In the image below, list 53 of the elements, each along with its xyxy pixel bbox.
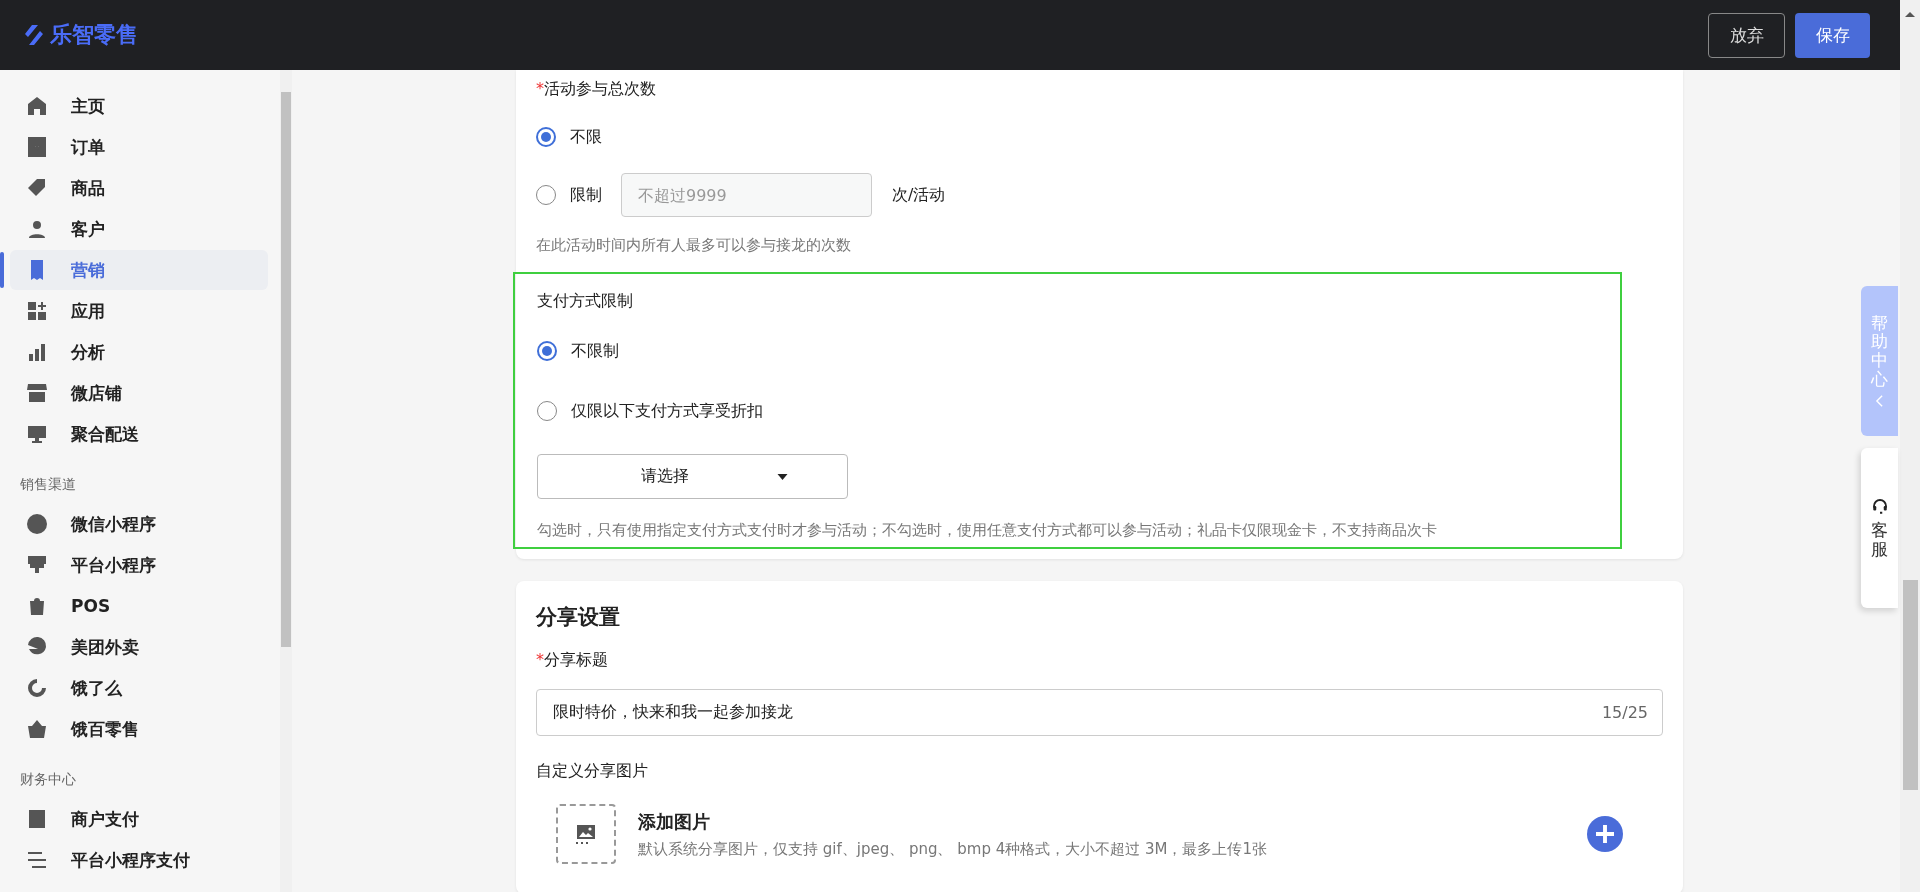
sidebar-item[interactable]: 平台小程序 [10,545,268,585]
store-icon [25,381,49,405]
logo-text: 乐智零售 [50,21,138,49]
sidebar-item[interactable]: 平台小程序支付 [10,840,268,880]
radio-button[interactable] [537,341,557,361]
logo-icon [22,23,46,47]
sidebar-item[interactable]: 饿了么 [10,668,268,708]
save-button[interactable]: 保存 [1795,12,1870,58]
caret-icon [777,473,788,480]
radio-label: 限制 [570,184,602,206]
field-label: *分享标题 [536,649,609,671]
image-upload-box[interactable] [556,804,616,864]
sidebar-scrollbar[interactable] [280,70,292,892]
add-button[interactable] [1587,816,1623,852]
chevron-left-icon [1875,394,1884,409]
image-icon [574,822,598,846]
radio-button[interactable] [536,127,556,147]
customer-service-tab[interactable]: 客服 [1861,448,1898,608]
select-dropdown[interactable]: 请选择 [537,454,848,499]
unit-label: 次/活动 [892,184,946,206]
discard-button[interactable]: 放弃 [1708,12,1785,58]
sidebar-item[interactable]: 微信小程序 [10,504,268,544]
sidebar-item[interactable]: 聚合配送 [10,414,268,454]
radio-label: 仅限以下支付方式享受折扣 [571,400,763,422]
upload-title: 添加图片 [638,809,711,834]
input-field[interactable]: 限时特价，快来和我一起参加接龙 15/25 [536,689,1663,736]
sidebar-item[interactable]: 商户支付 [10,799,268,839]
sidebar-item[interactable]: 微店铺 [10,373,268,413]
sidebar-item[interactable]: 饿百零售 [10,709,268,749]
page-scrollbar[interactable] [1900,0,1920,892]
sidebar-item[interactable]: 主页 [10,86,268,126]
sidebar-item[interactable]: 商品 [10,168,268,208]
sidebar-heading: 销售渠道 [19,475,77,494]
sidebar-item[interactable]: 客户 [10,209,268,249]
sidebar-item[interactable]: 美团外卖 [10,627,268,667]
hint-text: 勾选时，只有使用指定支付方式支付时才参与活动；不勾选时，使用任意支付方式都可以参与活动；礼品卡仅限现金卡，不支持商品次卡 [537,520,1438,541]
radio-label: 不限制 [571,340,619,362]
sidebar-item[interactable]: 分析 [10,332,268,372]
input-field[interactable]: 不超过9999 [621,173,872,217]
upload-description: 默认系统分享图片，仅支持 gif、jpeg、 png、 bmp 4种格式，大小不超过 3M，最多上传1张 [638,839,1269,859]
sidebar-item[interactable]: POS [10,586,268,626]
hint-text: 在此活动时间内所有人最多可以参与接龙的次数 [536,235,852,256]
field-label: 支付方式限制 [537,290,634,312]
home-icon [25,94,49,118]
sidebar-heading: 财务中心 [19,770,77,789]
field-label: 自定义分享图片 [536,760,649,782]
headset-icon [1870,497,1889,516]
radio-label: 不限 [570,126,602,148]
apps-icon [25,299,49,323]
sidebar-item[interactable]: 应用 [10,291,268,331]
field-label: *活动参与总次数 [536,78,657,100]
sidebar-item[interactable]: 订单 [10,127,268,167]
section-title: 分享设置 [536,604,621,631]
